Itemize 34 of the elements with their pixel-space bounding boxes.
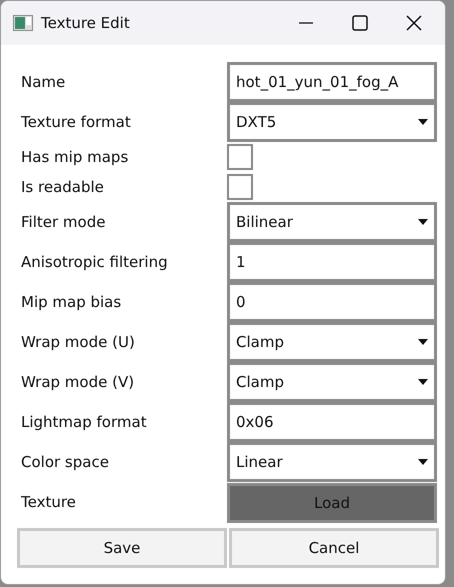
field-label: Texture bbox=[21, 493, 77, 511]
caret-icon bbox=[418, 459, 428, 465]
field-label: Has mip maps bbox=[21, 148, 130, 166]
input-field[interactable]: 0 bbox=[227, 282, 437, 322]
dropdown[interactable]: Clamp bbox=[227, 322, 437, 362]
caret-icon bbox=[418, 219, 428, 225]
dialog-button[interactable]: Cancel bbox=[229, 528, 439, 568]
app-icon bbox=[13, 15, 33, 31]
dropdown[interactable]: DXT5 bbox=[227, 102, 437, 142]
input-field[interactable]: hot_01_yun_01_fog_A bbox=[227, 62, 437, 102]
close-icon[interactable] bbox=[405, 14, 423, 32]
input-field[interactable]: 1 bbox=[227, 242, 437, 282]
field-label: Is readable bbox=[21, 178, 105, 196]
caret-icon bbox=[418, 379, 428, 385]
field-label: Color space bbox=[21, 453, 110, 471]
field-label: Texture format bbox=[21, 113, 132, 131]
checkbox[interactable] bbox=[227, 174, 253, 200]
maximize-icon[interactable] bbox=[351, 14, 369, 32]
caret-icon bbox=[418, 339, 428, 345]
dropdown[interactable]: Bilinear bbox=[227, 202, 437, 242]
field-label: Wrap mode (V) bbox=[21, 373, 136, 391]
field-label: Mip map bias bbox=[21, 293, 122, 311]
checkbox[interactable] bbox=[227, 144, 253, 170]
field-label: Anisotropic filtering bbox=[21, 253, 169, 271]
dropdown[interactable]: Linear bbox=[227, 442, 437, 482]
field-label: Filter mode bbox=[21, 213, 106, 231]
field-label: Lightmap format bbox=[21, 413, 148, 431]
input-field[interactable]: 0x06 bbox=[227, 402, 437, 442]
dialog-button[interactable]: Save bbox=[17, 528, 227, 568]
caret-icon bbox=[418, 119, 428, 125]
field-label: Wrap mode (U) bbox=[21, 333, 136, 351]
window-title: Texture Edit bbox=[41, 14, 131, 32]
field-label: Name bbox=[21, 73, 66, 91]
dropdown[interactable]: Clamp bbox=[227, 362, 437, 402]
